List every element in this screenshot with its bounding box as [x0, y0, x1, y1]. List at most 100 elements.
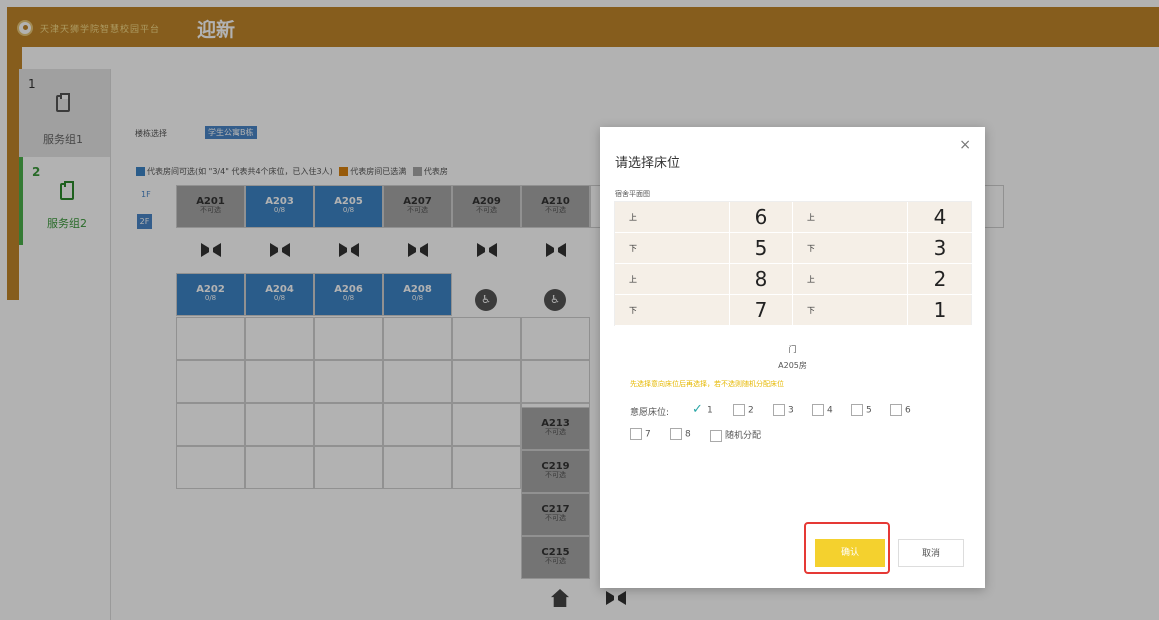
grid-cell	[176, 403, 245, 446]
legend-swatch-gray	[412, 167, 422, 176]
bed-option-2[interactable]: 2	[733, 404, 754, 416]
grid-cell	[176, 360, 245, 403]
restroom-icon: ♿	[544, 289, 566, 311]
grid-cell	[314, 317, 383, 360]
bunk-position: 下	[629, 244, 637, 253]
building-select[interactable]: 学生公寓B栋	[205, 126, 257, 139]
room-cell[interactable]: A213 不可选	[521, 407, 590, 450]
room-status: 不可选	[200, 206, 221, 214]
checkbox[interactable]	[630, 428, 642, 440]
floor-tab-2f[interactable]: 2F	[137, 214, 152, 229]
room-cell[interactable]: C217 不可选	[521, 493, 590, 536]
bed-number: 2	[933, 267, 947, 291]
home-icon	[551, 589, 569, 607]
room-status: 0/8	[342, 206, 355, 214]
legend-text-full: 代表房间已选满	[350, 167, 407, 176]
bed-option-3[interactable]: 3	[773, 404, 794, 416]
door-icon	[546, 243, 566, 257]
checkbox[interactable]	[710, 429, 722, 442]
bunk-position: 上	[629, 213, 637, 222]
plan-row: 下 7 下 1	[615, 295, 973, 326]
selection-note: 先选择意向床位后再选择，若不选则随机分配床位	[630, 380, 784, 388]
legend-swatch-orange	[339, 167, 349, 176]
bed-option-5[interactable]: 5	[851, 404, 872, 416]
grid-cell	[521, 317, 590, 360]
grid-cell	[383, 403, 452, 446]
checkbox[interactable]	[890, 404, 902, 416]
option-label: 1	[707, 405, 713, 416]
room-cell[interactable]: A208 0/8	[383, 273, 452, 316]
checkbox[interactable]	[670, 428, 682, 440]
door-icon	[408, 243, 428, 257]
grid-cell	[383, 446, 452, 489]
close-icon[interactable]: ×	[959, 137, 971, 153]
checkbox[interactable]	[812, 404, 824, 416]
room-cell[interactable]: A205 0/8	[314, 185, 383, 228]
room-cell[interactable]: A203 0/8	[245, 185, 314, 228]
step-item-2[interactable]: 2 服务组2	[19, 157, 110, 245]
grid-cell	[314, 403, 383, 446]
bed-option-7[interactable]: 7	[630, 428, 651, 440]
plan-row: 上 6 上 4	[615, 202, 973, 233]
room-cell[interactable]: A202 0/8	[176, 273, 245, 316]
bed-option-6[interactable]: 6	[890, 404, 911, 416]
plan-cell: 下	[793, 233, 908, 264]
plan-cell: 6	[730, 202, 793, 233]
floor-tab-1f[interactable]: 1F	[141, 190, 151, 199]
option-label: 5	[866, 405, 872, 416]
plan-cell: 7	[730, 295, 793, 326]
room-label: A205房	[778, 361, 807, 370]
dorm-floor-plan: 上 6 上 4 下 5 下 3 上 8 上 2 下 7 下 1	[614, 201, 973, 326]
option-label: 随机分配	[725, 431, 762, 441]
dialog-title: 请选择床位	[615, 156, 681, 171]
room-cell[interactable]: A209 不可选	[452, 185, 521, 228]
bunk-position: 下	[629, 306, 637, 315]
top-bar: 天津天狮学院智慧校园平台 迎新	[7, 7, 1159, 47]
room-cell[interactable]: C219 不可选	[521, 450, 590, 493]
room-cell[interactable]: A206 0/8	[314, 273, 383, 316]
room-cell[interactable]: A201 不可选	[176, 185, 245, 228]
room-status: 0/8	[411, 294, 424, 302]
plan-cell: 1	[908, 295, 973, 326]
cancel-button[interactable]: 取消	[898, 539, 964, 567]
bed-number: 8	[754, 267, 768, 291]
option-label: 4	[827, 405, 833, 416]
preferred-bed-label: 意愿床位:	[630, 408, 670, 418]
door-label: 门	[788, 345, 797, 354]
grid-cell	[521, 360, 590, 403]
bed-number: 1	[933, 298, 947, 322]
bed-number: 7	[754, 298, 768, 322]
room-cell[interactable]: A207 不可选	[383, 185, 452, 228]
legend-swatch-blue	[136, 167, 145, 176]
bunk-position: 上	[629, 275, 637, 284]
room-status: 不可选	[545, 514, 566, 522]
bed-option-8[interactable]: 8	[670, 428, 691, 440]
bed-option-random[interactable]: 随机分配	[710, 428, 761, 442]
plan-cell: 上	[615, 202, 730, 233]
grid-cell	[245, 403, 314, 446]
room-status: 不可选	[545, 471, 566, 479]
checkbox[interactable]	[773, 404, 785, 416]
room-status: 不可选	[545, 428, 566, 436]
plan-cell: 3	[908, 233, 973, 264]
checkbox[interactable]	[733, 404, 745, 416]
checkbox[interactable]	[851, 404, 863, 416]
plan-cell: 上	[793, 264, 908, 295]
grid-cell	[176, 317, 245, 360]
step-number: 2	[32, 165, 41, 179]
room-status: 0/8	[273, 206, 286, 214]
legend-text-available: 代表房间可选(如 "3/4" 代表共4个床位，已入住3人)	[147, 167, 333, 176]
plan-cell: 上	[615, 264, 730, 295]
bed-option-1[interactable]: ✓ 1	[692, 403, 713, 416]
room-cell[interactable]: A210 不可选	[521, 185, 590, 228]
bed-option-4[interactable]: 4	[812, 404, 833, 416]
room-cell[interactable]: A204 0/8	[245, 273, 314, 316]
room-status: 0/8	[342, 294, 355, 302]
option-label: 6	[905, 405, 911, 416]
room-cell[interactable]: C215 不可选	[521, 536, 590, 579]
grid-cell	[245, 317, 314, 360]
plan-cell: 8	[730, 264, 793, 295]
door-icon	[201, 243, 221, 257]
step-item-1[interactable]: 1 服务组1	[19, 69, 110, 157]
bed-number: 3	[933, 236, 947, 260]
